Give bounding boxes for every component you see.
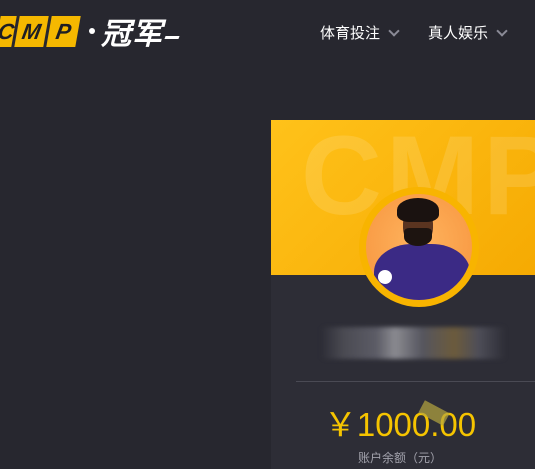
chevron-down-icon bbox=[388, 24, 400, 37]
main-nav: 体育投注 真人娱乐 bbox=[320, 22, 508, 43]
logo-dot bbox=[89, 28, 95, 34]
chevron-down-icon bbox=[496, 24, 508, 37]
balance-label: 账户余额（元） bbox=[357, 451, 442, 465]
logo-tile-p: P bbox=[46, 15, 81, 47]
account-card: CMP ￥1000.00 账户余额（元） bbox=[271, 120, 535, 469]
logo-tile-m: M bbox=[14, 15, 49, 47]
player-hair bbox=[397, 198, 439, 222]
nav-item-sports-betting[interactable]: 体育投注 bbox=[320, 22, 400, 43]
header: C M P 冠军 体育投注 真人娱乐 bbox=[0, 0, 535, 66]
account-balance: ￥1000.00 bbox=[323, 406, 477, 443]
page: C M P 冠军 体育投注 真人娱乐 CMP ￥1000.00 账户余额（元） bbox=[0, 0, 535, 469]
club-badge-icon bbox=[378, 270, 392, 284]
player-beard bbox=[404, 228, 432, 246]
avatar[interactable] bbox=[366, 194, 472, 300]
divider bbox=[296, 381, 535, 382]
nav-item-label: 体育投注 bbox=[320, 25, 381, 42]
logo-dash bbox=[164, 35, 180, 39]
nav-item-live-casino[interactable]: 真人娱乐 bbox=[428, 22, 508, 43]
nav-item-label: 真人娱乐 bbox=[428, 25, 489, 42]
username-redacted bbox=[321, 327, 506, 359]
logo-chinese-text: 冠军 bbox=[101, 17, 163, 52]
brand-logo[interactable]: C M P 冠军 bbox=[0, 12, 180, 52]
